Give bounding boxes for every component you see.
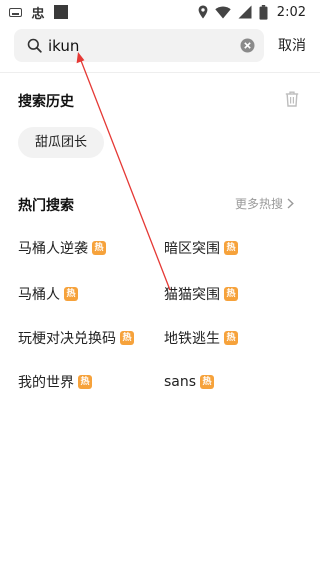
hot-item[interactable]: sans 热 [164, 372, 215, 392]
hot-badge: 热 [200, 375, 215, 389]
hot-item-label: 我的世界 [18, 375, 74, 391]
hot-badge: 热 [224, 331, 238, 345]
hot-item[interactable]: 地铁逃生 热 [164, 328, 238, 348]
clock: 2:02 [276, 4, 306, 20]
search-icon [27, 38, 42, 53]
app-notification-icon: 忠 [31, 6, 45, 22]
header-divider [0, 72, 320, 73]
more-hot-label: 更多热搜 [235, 197, 284, 211]
hot-badge: 热 [224, 287, 238, 301]
cancel-button[interactable]: 取消 [270, 36, 314, 56]
hot-item-label: 玩梗对决兑换码 [18, 331, 116, 347]
hot-item-label: 地铁逃生 [164, 331, 220, 347]
status-left: 忠 [9, 4, 68, 22]
hot-badge: 热 [224, 241, 238, 255]
more-hot-link[interactable]: 更多热搜 [235, 195, 294, 212]
location-icon [198, 5, 208, 19]
notification-square-icon [54, 5, 68, 19]
history-chip[interactable]: 甜瓜团长 [18, 127, 105, 158]
clear-search-icon[interactable] [240, 38, 255, 53]
cellular-signal-icon [238, 5, 252, 19]
trash-icon[interactable] [285, 91, 299, 107]
hot-badge: 热 [92, 241, 106, 255]
hot-item[interactable]: 我的世界 热 [18, 372, 92, 392]
hot-item[interactable]: 马桶人逆袭 热 [18, 238, 106, 258]
hot-badge: 热 [120, 331, 134, 345]
status-right: 2:02 [198, 3, 306, 21]
battery-icon [259, 4, 268, 20]
hot-item-label: 猫猫突围 [164, 287, 220, 303]
hot-item-label: 马桶人 [18, 287, 60, 303]
hot-item-label: 暗区突围 [164, 241, 220, 257]
hot-item[interactable]: 猫猫突围 热 [164, 284, 238, 304]
hot-item[interactable]: 马桶人 热 [18, 284, 78, 304]
status-bar: 忠 2:02 [0, 0, 320, 24]
history-title: 搜索历史 [18, 94, 74, 110]
hot-title: 热门搜索 [18, 198, 74, 214]
hot-badge: 热 [64, 287, 78, 301]
search-input[interactable] [48, 35, 228, 56]
keyboard-icon [9, 7, 22, 17]
wifi-icon [215, 6, 231, 18]
hot-item[interactable]: 暗区突围 热 [164, 238, 238, 258]
chevron-right-icon [287, 198, 294, 209]
hot-item-label: sans [164, 374, 197, 390]
search-box[interactable] [14, 29, 264, 62]
hot-badge: 热 [78, 375, 92, 389]
hot-item[interactable]: 玩梗对决兑换码 热 [18, 328, 134, 348]
hot-item-label: 马桶人逆袭 [18, 241, 88, 257]
